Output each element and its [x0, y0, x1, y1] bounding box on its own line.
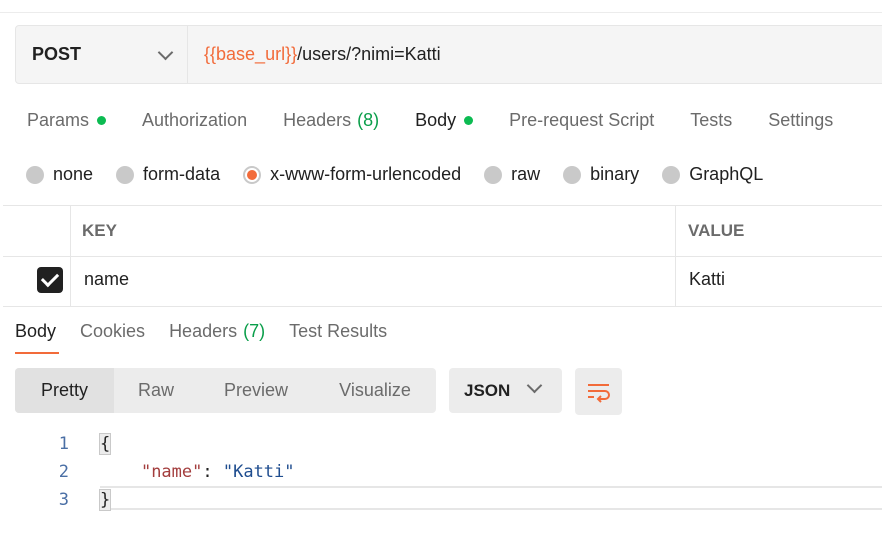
checkbox-column-header — [3, 206, 71, 256]
key-cell[interactable]: name — [70, 256, 676, 306]
json-key: "name" — [140, 462, 203, 482]
response-tab-headers[interactable]: Headers (7) — [169, 321, 265, 354]
pretty-button[interactable]: Pretty — [15, 368, 114, 413]
status-dot-icon — [464, 116, 474, 125]
radio-form-data[interactable]: form-data — [116, 164, 220, 185]
radio-selected-icon — [243, 165, 262, 184]
json-string-value: "Katti" — [222, 462, 295, 482]
radio-label: GraphQL — [689, 164, 764, 184]
code-line: 3 } — [0, 486, 882, 512]
tab-label: Cookies — [80, 321, 146, 341]
tab-label: Authorization — [142, 110, 248, 130]
tab-label: Body — [15, 321, 57, 341]
chevron-down-icon — [157, 44, 174, 60]
raw-button[interactable]: Raw — [114, 368, 198, 413]
key-column-header: KEY — [70, 206, 676, 256]
code-text: { — [98, 433, 112, 455]
code-text: } — [98, 489, 112, 511]
table-row: name Katti — [3, 256, 882, 306]
language-select[interactable]: JSON — [449, 368, 562, 413]
tab-pre-request-script[interactable]: Pre-request Script — [509, 110, 654, 131]
tab-label: Test Results — [289, 321, 388, 341]
table-header-row: KEY VALUE — [3, 206, 882, 257]
tab-label: Body — [415, 110, 457, 130]
response-tab-cookies[interactable]: Cookies — [80, 321, 145, 354]
key-value-table: KEY VALUE name Katti — [3, 205, 882, 307]
radio-label: raw — [511, 164, 541, 184]
tab-params[interactable]: Params — [27, 110, 107, 131]
column-header-value: VALUE — [688, 221, 745, 240]
tab-count-badge: (8) — [357, 110, 380, 130]
request-url-bar: POST {{base_url}}/users/?nimi=Katti — [15, 25, 882, 84]
radio-icon — [116, 165, 135, 184]
tab-body[interactable]: Body — [415, 110, 474, 131]
button-label: Pretty — [40, 380, 88, 400]
line-number: 3 — [58, 490, 69, 510]
radio-icon — [26, 165, 44, 184]
line-number: 1 — [58, 434, 69, 454]
tab-label: Headers — [283, 110, 352, 130]
status-dot-icon — [97, 116, 107, 125]
radio-binary[interactable]: binary — [563, 164, 639, 185]
tab-label: Params — [27, 110, 90, 130]
response-tabs: Body Cookies Headers (7) Test Results — [15, 321, 411, 354]
button-label: Raw — [137, 380, 174, 400]
tab-headers[interactable]: Headers (8) — [283, 110, 379, 131]
tab-label: Headers — [169, 321, 238, 341]
key-value-text: name — [84, 269, 130, 289]
radio-icon — [563, 165, 582, 184]
chevron-down-icon — [526, 377, 543, 394]
request-tabs: Params Authorization Headers (8) Body Pre… — [27, 110, 869, 131]
radio-icon — [484, 165, 503, 184]
tab-label: Tests — [690, 110, 733, 130]
url-input[interactable]: {{base_url}}/users/?nimi=Katti — [188, 44, 441, 65]
response-tab-body[interactable]: Body — [15, 321, 60, 354]
radio-none[interactable]: none — [26, 164, 93, 185]
response-tab-test-results[interactable]: Test Results — [289, 321, 387, 354]
code-text: "name": "Katti" — [100, 462, 295, 482]
value-column-header: VALUE — [675, 206, 882, 256]
tab-label: Pre-request Script — [509, 110, 655, 130]
row-checkbox[interactable] — [37, 267, 63, 293]
language-label: JSON — [464, 380, 511, 400]
tab-count-badge: (7) — [243, 321, 266, 341]
radio-graphql[interactable]: GraphQL — [662, 164, 763, 185]
preview-button[interactable]: Preview — [198, 368, 314, 413]
visualize-button[interactable]: Visualize — [314, 368, 436, 413]
close-brace: } — [98, 489, 112, 511]
column-header-key: KEY — [82, 221, 117, 240]
radio-label: x-www-form-urlencoded — [270, 164, 462, 184]
tab-label: Settings — [768, 110, 834, 130]
radio-raw[interactable]: raw — [484, 164, 540, 185]
method-label: POST — [32, 44, 82, 64]
url-path: /users/?nimi=Katti — [297, 44, 441, 64]
button-label: Visualize — [339, 380, 411, 400]
wrap-lines-icon — [588, 384, 610, 403]
format-segmented-control: Pretty Raw Preview Visualize — [15, 368, 436, 413]
line-number: 2 — [58, 462, 69, 482]
row-checkbox-cell — [3, 256, 71, 306]
method-select[interactable]: POST — [16, 26, 188, 83]
code-line: 1 { — [0, 430, 882, 456]
json-separator: : — [202, 462, 223, 482]
radio-x-www-form-urlencoded[interactable]: x-www-form-urlencoded — [243, 164, 461, 185]
code-line: 2 "name": "Katti" — [0, 458, 882, 484]
tab-authorization[interactable]: Authorization — [142, 110, 247, 131]
top-divider — [0, 12, 882, 13]
radio-label: binary — [590, 164, 640, 184]
tab-tests[interactable]: Tests — [690, 110, 732, 131]
radio-icon — [662, 165, 681, 184]
value-cell[interactable]: Katti — [675, 256, 882, 306]
tab-settings[interactable]: Settings — [768, 110, 833, 131]
button-label: Preview — [223, 380, 289, 400]
wrap-lines-button[interactable] — [575, 368, 622, 415]
value-text: Katti — [689, 269, 726, 289]
body-type-radio-group: none form-data x-www-form-urlencoded raw… — [26, 164, 786, 185]
radio-label: none — [53, 164, 94, 184]
open-brace: { — [98, 433, 112, 455]
radio-label: form-data — [143, 164, 221, 184]
url-variable: {{base_url}} — [204, 44, 298, 64]
